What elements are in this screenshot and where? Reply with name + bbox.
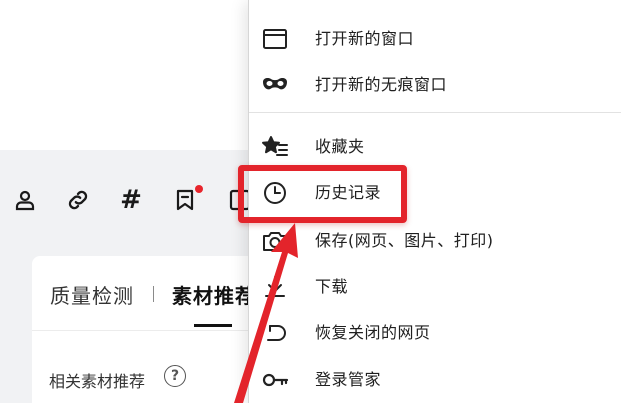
restore-tab-icon <box>261 319 289 347</box>
related-material-label: 相关素材推荐 <box>49 372 146 391</box>
key-icon <box>261 366 289 394</box>
highlight-box <box>238 165 407 223</box>
tab-material-recommend[interactable]: 素材推荐 <box>172 280 256 309</box>
menu-item-restore-closed[interactable]: 恢复关闭的网页 <box>249 310 621 356</box>
content-card: 质量检测 素材推荐 相关素材推荐 ? <box>32 256 262 403</box>
menu-item-label: 打开新的窗口 <box>315 29 415 48</box>
download-icon <box>261 273 289 301</box>
link-icon[interactable] <box>64 182 92 218</box>
menu-item-new-incognito-window[interactable]: 打开新的无痕窗口 <box>249 62 621 108</box>
menu-item-label: 打开新的无痕窗口 <box>315 75 448 94</box>
tab-separator <box>153 286 154 302</box>
hash-icon[interactable]: # <box>117 182 145 218</box>
active-tab-indicator <box>194 324 232 327</box>
camera-save-icon <box>261 227 289 255</box>
menu-item-label: 恢复关闭的网页 <box>315 323 431 342</box>
menu-item-label: 收藏夹 <box>315 137 365 156</box>
menu-item-label: 保存(网页、图片、打印) <box>315 231 494 250</box>
menu-item-download[interactable]: 下载 <box>249 264 621 310</box>
menu-item-new-window[interactable]: 打开新的窗口 <box>249 16 621 62</box>
favorites-star-icon <box>261 133 289 161</box>
menu-item-label: 下载 <box>315 277 349 296</box>
incognito-mask-icon <box>261 71 289 99</box>
editor-toolbar: # <box>0 182 251 218</box>
menu-item-label: 登录管家 <box>315 370 382 389</box>
hash-glyph: # <box>120 185 142 215</box>
window-icon <box>261 25 289 53</box>
menu-item-favorites[interactable]: 收藏夹 <box>249 124 621 170</box>
menu-item-save[interactable]: 保存(网页、图片、打印) <box>249 218 621 264</box>
help-icon[interactable]: ? <box>164 365 186 387</box>
tab-quality-check[interactable]: 质量检测 <box>50 280 134 309</box>
menu-separator <box>249 112 621 113</box>
card-divider <box>32 330 262 331</box>
person-icon[interactable] <box>11 182 39 218</box>
notification-dot <box>195 185 203 193</box>
menu-item-login-manager[interactable]: 登录管家 <box>249 357 621 403</box>
